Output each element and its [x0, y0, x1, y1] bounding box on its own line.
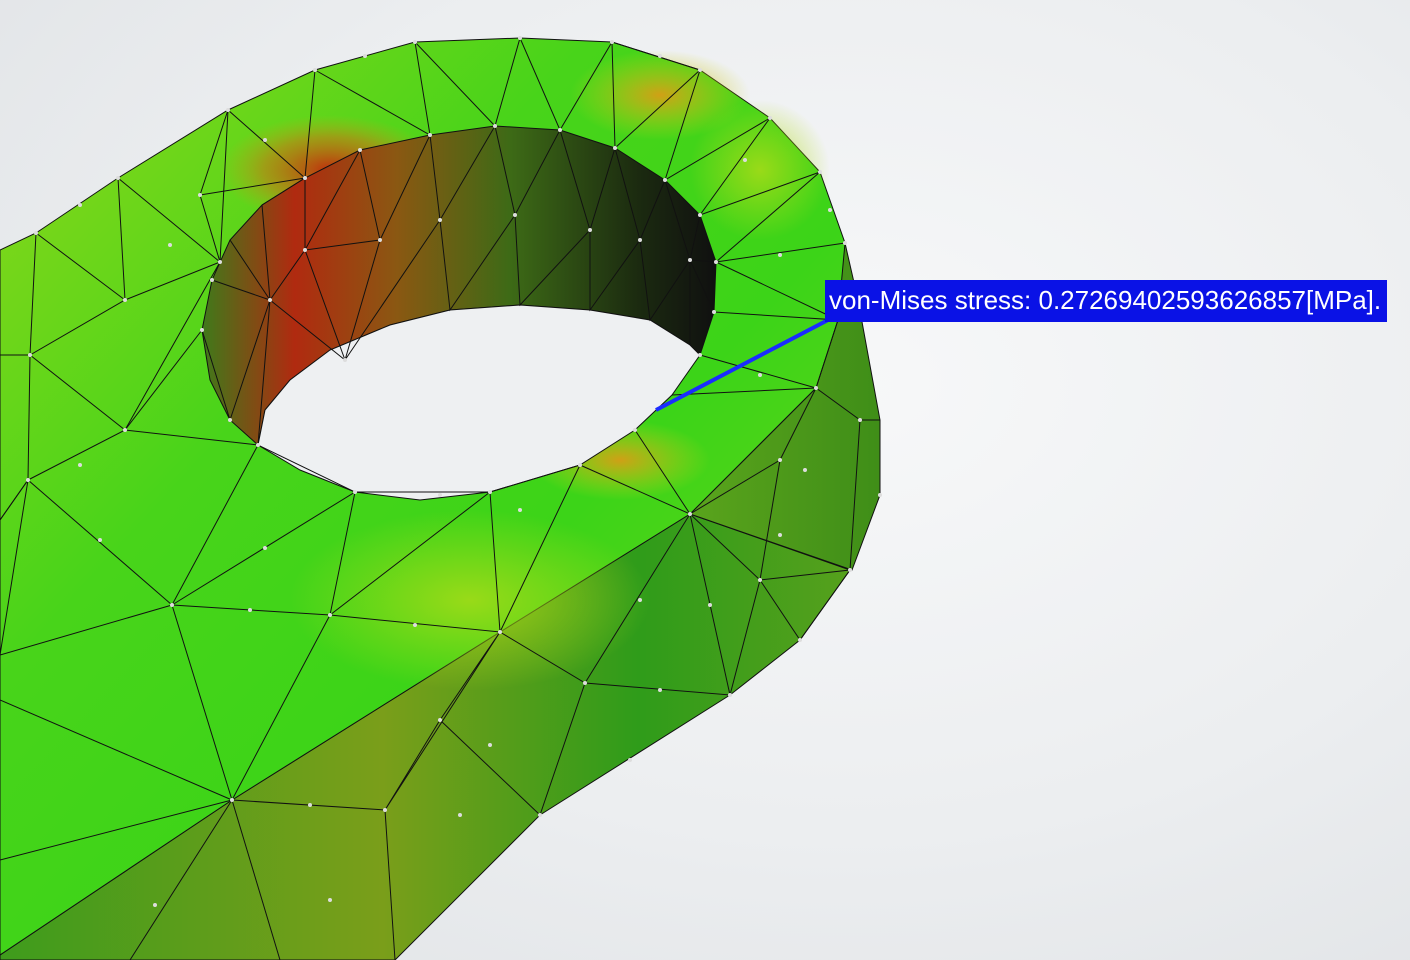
fem-3d-viewport[interactable]	[0, 0, 1410, 960]
stress-mesh-render[interactable]	[0, 0, 1410, 960]
von-mises-stress-probe-label: von-Mises stress: 0.27269402593626857[MP…	[825, 280, 1388, 322]
hotspot-lower-band	[290, 510, 650, 690]
hotspot-right-rim	[690, 100, 830, 240]
